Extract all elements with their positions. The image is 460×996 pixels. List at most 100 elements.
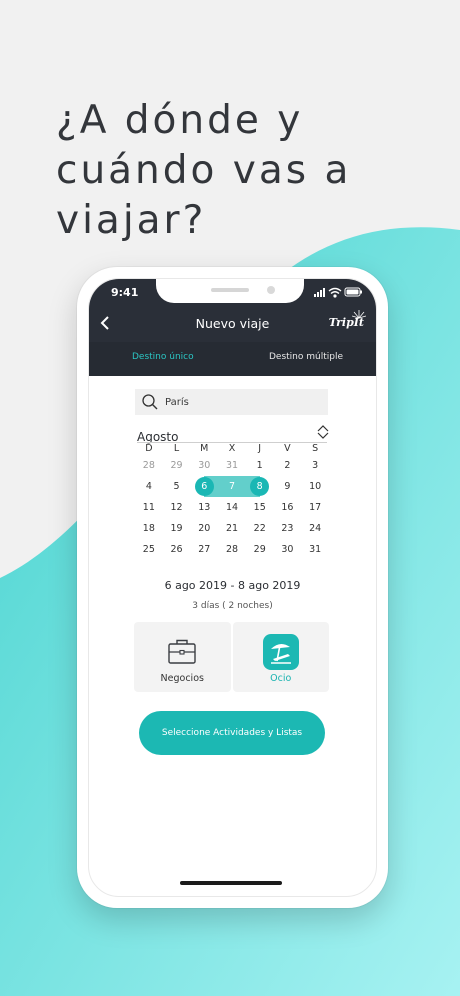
trip-type-business[interactable]: Negocios [134, 622, 231, 692]
headline-line-1: ¿A dónde y [56, 98, 304, 143]
calendar-day[interactable]: 5 [163, 476, 191, 497]
destination-tabs: Destino único Destino múltiple [89, 342, 376, 376]
calendar-day-number: 12 [170, 502, 183, 513]
headline: ¿A dónde y cuándo vas a viajar? [56, 96, 446, 246]
calendar-day-number: 24 [309, 523, 322, 534]
calendar-day[interactable]: 16 [274, 497, 302, 518]
calendar-day-number: 20 [198, 523, 211, 534]
calendar-day-number: 26 [170, 544, 183, 555]
calendar-day-number: 29 [170, 460, 183, 471]
calendar-day[interactable]: 7 [218, 476, 246, 497]
calendar-day[interactable]: 25 [135, 539, 163, 560]
camera-icon [267, 286, 275, 294]
status-time: 9:41 [111, 286, 139, 299]
calendar-day-number: 10 [309, 481, 322, 492]
calendar-day[interactable]: 1 [246, 455, 274, 476]
tab-multiple-destination[interactable]: Destino múltiple [269, 352, 343, 362]
headline-line-2: cuándo vas a [56, 148, 352, 193]
calendar-day-number: 4 [145, 481, 152, 492]
month-header: Agosto [137, 424, 329, 444]
brand-logo: TripIt [328, 316, 364, 329]
calendar-day-number: 6 [194, 477, 214, 496]
calendar-day[interactable]: 21 [218, 518, 246, 539]
weekday-header: S [312, 443, 319, 454]
calendar-day[interactable]: 15 [246, 497, 274, 518]
weekday-header: M [200, 443, 209, 454]
search-input[interactable]: París [135, 389, 328, 415]
calendar-day[interactable]: 31 [218, 455, 246, 476]
calendar-day-number: 16 [281, 502, 294, 513]
calendar-day[interactable]: 26 [163, 539, 191, 560]
calendar-day[interactable]: 20 [190, 518, 218, 539]
calendar-day[interactable]: 3 [301, 455, 329, 476]
battery-icon [344, 287, 362, 297]
calendar-day[interactable]: 17 [301, 497, 329, 518]
weekday-header: L [173, 443, 180, 454]
calendar-day[interactable]: 24 [301, 518, 329, 539]
speaker-icon [211, 288, 249, 292]
calendar-day-number: 2 [284, 460, 291, 471]
calendar-day-number: 29 [253, 544, 266, 555]
calendar-day-number: 28 [142, 460, 155, 471]
calendar-day[interactable]: 6 [190, 476, 219, 497]
tab-single-destination[interactable]: Destino único [132, 352, 194, 362]
calendar-day[interactable]: 22 [246, 518, 274, 539]
calendar-day-number: 31 [225, 460, 239, 471]
home-indicator [180, 881, 282, 885]
calendar-day[interactable]: 28 [218, 539, 246, 560]
calendar-day[interactable]: 19 [163, 518, 191, 539]
calendar-day[interactable]: 28 [135, 455, 163, 476]
briefcase-icon [168, 639, 196, 664]
calendar-day-number: 18 [142, 523, 155, 534]
calendar-day[interactable]: 18 [135, 518, 163, 539]
calendar-day-number: 30 [198, 460, 211, 471]
calendar-day[interactable]: 8 [245, 476, 274, 497]
weekday-header: D [145, 443, 153, 454]
phone-mockup: 9:41 Nuevo viaje TripIt Destino único De… [77, 267, 388, 908]
calendar-day[interactable]: 30 [274, 539, 302, 560]
calendar-day-number: 17 [309, 502, 322, 513]
app-bar: 9:41 Nuevo viaje TripIt [89, 279, 376, 342]
calendar-day[interactable]: 12 [163, 497, 191, 518]
calendar-day[interactable]: 31 [301, 539, 329, 560]
calendar-day[interactable]: 9 [274, 476, 302, 497]
calendar-day-number: 14 [225, 502, 239, 513]
calendar-day[interactable]: 27 [190, 539, 218, 560]
calendar-day[interactable]: 30 [190, 455, 218, 476]
signal-icon [314, 288, 325, 297]
calendar-day[interactable]: 2 [274, 455, 302, 476]
calendar-day[interactable]: 10 [301, 476, 329, 497]
weekday-header: J [258, 443, 262, 454]
calendar-day-number: 30 [281, 544, 294, 555]
trip-type-leisure-label: Ocio [270, 673, 292, 684]
calendar-day-number: 31 [309, 544, 322, 555]
calendar-day[interactable]: 29 [246, 539, 274, 560]
headline-line-3: viajar? [56, 198, 207, 243]
calendar-day[interactable]: 11 [135, 497, 163, 518]
beach-umbrella-icon [262, 634, 299, 670]
calendar-day[interactable]: 14 [218, 497, 246, 518]
calendar-day-number: 19 [170, 523, 183, 534]
trip-type-leisure[interactable]: Ocio [232, 622, 329, 692]
search-icon [142, 394, 158, 410]
calendar-day-number: 27 [198, 544, 211, 555]
calendar-day-number: 8 [250, 477, 270, 496]
calendar-grid: D L M X J V S 28 29 30 31 1 2 3 4 5 6 7 8 9 10 11 12 13 14 15 16 17… [135, 443, 329, 560]
calendar-day-number: 5 [173, 481, 180, 492]
select-activities-button[interactable]: Seleccione Actividades y Listas [139, 711, 325, 755]
trip-type-business-label: Negocios [160, 673, 204, 684]
calendar-day-number: 25 [142, 544, 155, 555]
calendar-day[interactable]: 29 [163, 455, 191, 476]
calendar-day[interactable]: 4 [135, 476, 163, 497]
status-icons [314, 287, 362, 298]
calendar-day-number: 28 [225, 544, 239, 555]
month-switcher-icon[interactable] [317, 424, 329, 440]
phone-notch [156, 279, 304, 303]
calendar-day[interactable]: 13 [190, 497, 218, 518]
calendar-day-number: 22 [253, 523, 266, 534]
calendar-day[interactable]: 23 [274, 518, 302, 539]
calendar-day-number: 11 [142, 502, 155, 513]
phone-screen: 9:41 Nuevo viaje TripIt Destino único De… [88, 278, 377, 897]
wifi-icon [328, 287, 342, 298]
calendar-day-number: 13 [198, 502, 211, 513]
